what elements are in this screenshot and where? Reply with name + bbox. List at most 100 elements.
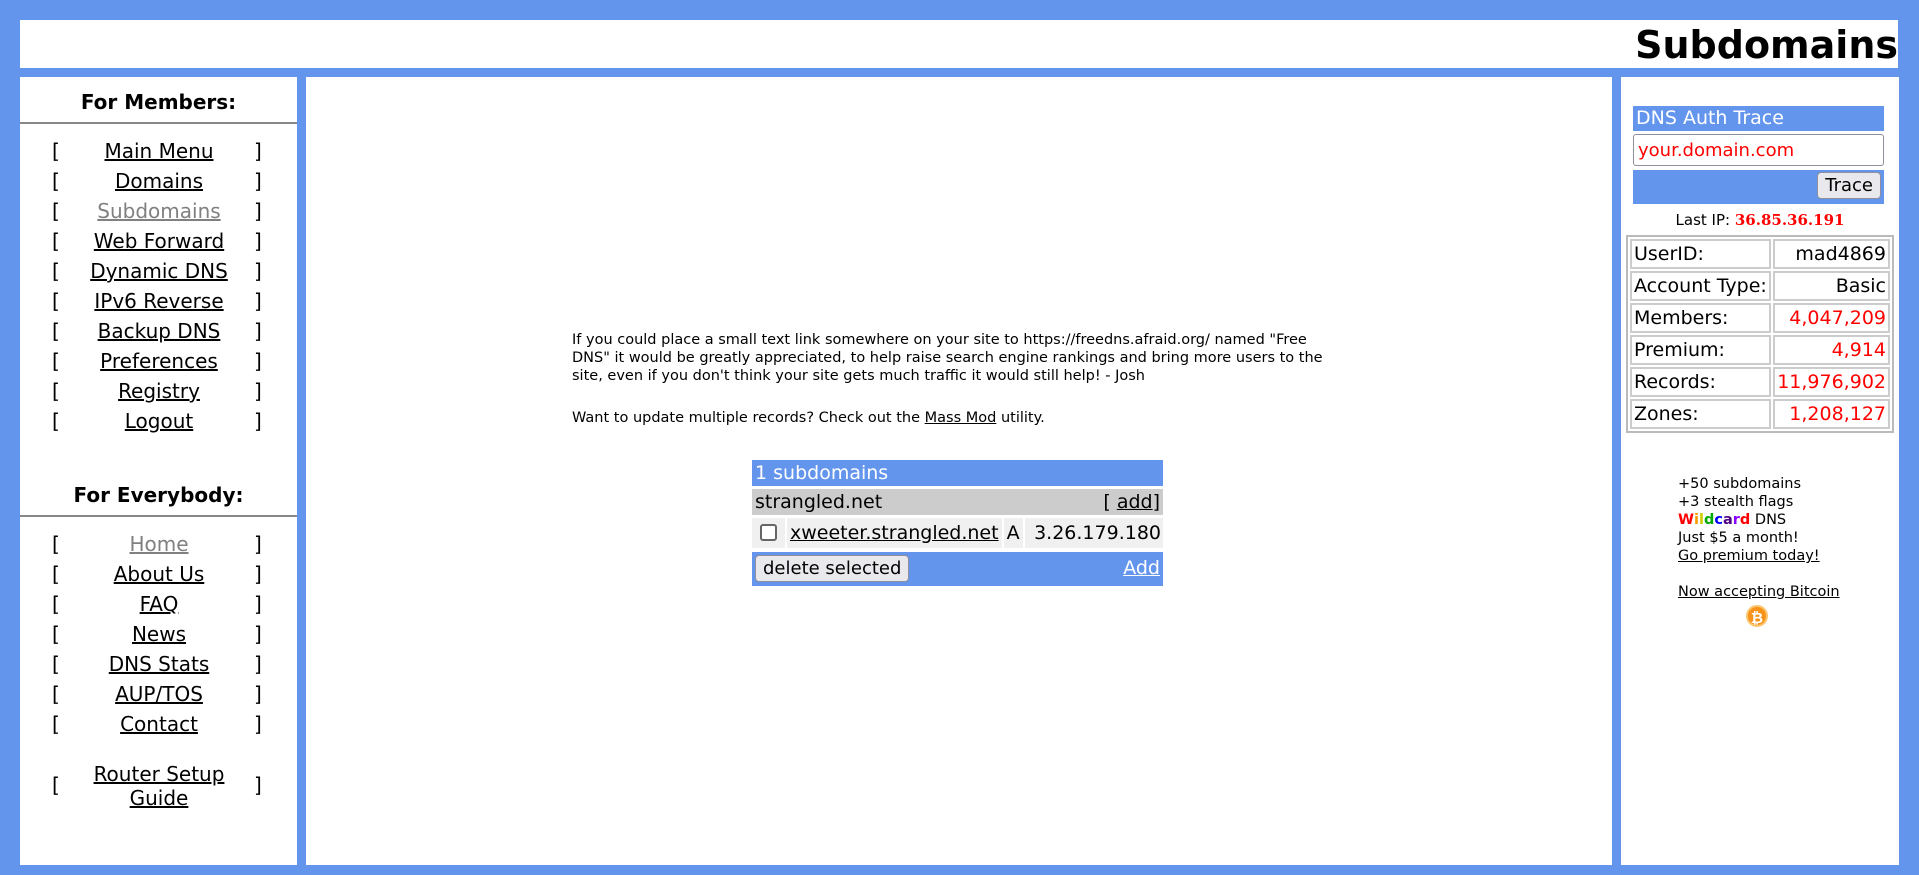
members-nav: [Main Menu] [Domains] [Subdomains] [Web For…	[20, 136, 297, 436]
router-setup-guide-link[interactable]: Router Setup Guide	[70, 762, 248, 810]
sidebar-item-dns-stats[interactable]: [ DNS Stats]	[20, 649, 297, 679]
sidebar-item-faq[interactable]: [FAQ]	[20, 589, 297, 619]
wildcard-letter: d	[1739, 512, 1751, 528]
bracket-right: ]	[254, 562, 262, 586]
trace-button[interactable]: Trace	[1817, 172, 1881, 199]
bracket-right: ]	[254, 229, 262, 253]
trace-title: DNS Auth Trace	[1633, 106, 1884, 131]
delete-selected-button[interactable]: delete selected	[755, 555, 910, 582]
sidebar-item-news[interactable]: [News]	[20, 619, 297, 649]
contact-link[interactable]: Contact	[70, 712, 248, 736]
header-bar: Subdomains	[20, 20, 1898, 68]
premium-promo: +50 subdomains +3 stealth flags Wildcard…	[1678, 475, 1840, 601]
stats-row: Premium: 4,914	[1630, 335, 1890, 365]
mass-mod-link[interactable]: Mass Mod	[925, 410, 997, 426]
sidebar-item-backup-dns[interactable]: [Backup DNS]	[20, 316, 297, 346]
bracket-right: ]	[254, 409, 262, 433]
sidebar-item-about-us[interactable]: [ About Us]	[20, 559, 297, 589]
bracket-left: [	[52, 562, 60, 586]
domain-add-label[interactable]: add	[1117, 491, 1153, 513]
stat-value: Basic	[1773, 271, 1890, 301]
go-premium-link[interactable]: Go premium today!	[1678, 547, 1840, 565]
bracket-right: ]	[254, 259, 262, 283]
promo-dns: DNS	[1754, 512, 1787, 528]
sidebar-item-web-forward[interactable]: [Web Forward]	[20, 226, 297, 256]
sidebar-item-router-setup-guide[interactable]: [ Router Setup Guide ]	[20, 759, 297, 815]
sidebar-item-registry[interactable]: [ Registry]	[20, 376, 297, 406]
stat-label: Zones:	[1630, 399, 1772, 429]
news-link[interactable]: News	[70, 622, 248, 646]
bracket-left: [	[52, 289, 60, 313]
sidebar-item-aup-tos[interactable]: [AUP/TOS]	[20, 679, 297, 709]
home-link[interactable]: Home	[70, 532, 248, 556]
ipv6-reverse-link[interactable]: IPv6 Reverse	[70, 289, 248, 313]
stat-value: mad4869	[1773, 239, 1890, 269]
row-checkbox[interactable]	[760, 524, 777, 541]
subdomain-host-link[interactable]: xweeter.strangled.net	[787, 518, 1002, 548]
record-value: 3.26.179.180	[1024, 518, 1163, 548]
dns-auth-trace: DNS Auth Trace Trace	[1633, 106, 1884, 204]
page-title: Subdomains	[1635, 23, 1898, 67]
link-request-text: If you could place a small text link som…	[572, 332, 1323, 384]
massmod-prefix: Want to update multiple records? Check o…	[572, 410, 921, 426]
subdomains-table: 1 subdomains strangled.net [ add] xweete…	[752, 460, 1163, 586]
bracket-right: ]	[254, 379, 262, 403]
bracket-right: ]	[254, 169, 262, 193]
faq-link[interactable]: FAQ	[70, 592, 248, 616]
aup-tos-link[interactable]: AUP/TOS	[70, 682, 248, 706]
bracket-left: [	[52, 379, 60, 403]
sidebar-item-logout[interactable]: [ Logout]	[20, 406, 297, 436]
dns-stats-link[interactable]: DNS Stats	[70, 652, 248, 676]
subdomains-link[interactable]: Subdomains	[70, 199, 248, 223]
trace-domain-input[interactable]	[1633, 134, 1884, 166]
main-menu-link[interactable]: Main Menu	[70, 139, 248, 163]
add-subdomain-link[interactable]: Add	[1123, 557, 1160, 579]
last-ip-value: 36.85.36.191	[1734, 211, 1845, 229]
bracket-left: [	[52, 409, 60, 433]
stats-row: Zones: 1,208,127	[1630, 399, 1890, 429]
sidebar-item-ipv6-reverse[interactable]: [IPv6 Reverse]	[20, 286, 297, 316]
backup-dns-link[interactable]: Backup DNS	[70, 319, 248, 343]
stats-row: Members: 4,047,209	[1630, 303, 1890, 333]
sidebar-item-main-menu[interactable]: [ Main Menu]	[20, 136, 297, 166]
bracket-left: [	[52, 319, 60, 343]
members-heading: For Members:	[20, 90, 297, 124]
stat-label: Members:	[1630, 303, 1772, 333]
stat-value: 11,976,902	[1773, 367, 1890, 397]
sidebar-item-subdomains[interactable]: [Subdomains]	[20, 196, 297, 226]
web-forward-link[interactable]: Web Forward	[70, 229, 248, 253]
wildcard-letter: W	[1678, 512, 1694, 528]
wildcard-word: Wildcard	[1678, 512, 1750, 528]
bracket-left: [	[52, 712, 60, 736]
bracket-right: ]	[254, 532, 262, 556]
logout-link[interactable]: Logout	[70, 409, 248, 433]
bitcoin-link[interactable]: Now accepting Bitcoin	[1678, 583, 1840, 601]
bracket-right: ]	[254, 349, 262, 373]
registry-link[interactable]: Registry	[70, 379, 248, 403]
left-sidebar: For Members: [Main Menu] [Domains] [Subdom…	[20, 77, 297, 865]
sidebar-item-domains[interactable]: [ Domains]	[20, 166, 297, 196]
sidebar-item-preferences[interactable]: [Preferences]	[20, 346, 297, 376]
dynamic-dns-link[interactable]: Dynamic DNS	[70, 259, 248, 283]
bracket-left: [	[52, 139, 60, 163]
bracket-right: ]	[254, 652, 262, 676]
bracket-left: [	[52, 592, 60, 616]
bracket-left: [	[52, 259, 60, 283]
preferences-link[interactable]: Preferences	[70, 349, 248, 373]
domains-link[interactable]: Domains	[70, 169, 248, 193]
sidebar-item-home[interactable]: [Home]	[20, 529, 297, 559]
bracket-right: ]	[254, 139, 262, 163]
sidebar-item-contact[interactable]: [Contact]	[20, 709, 297, 739]
sidebar-item-dynamic-dns[interactable]: [ Dynamic DNS]	[20, 256, 297, 286]
bracket-left: [	[52, 169, 60, 193]
massmod-text: Want to update multiple records? Check o…	[572, 409, 1342, 427]
last-ip-label: Last IP:	[1675, 211, 1731, 229]
add-bracket-open: [	[1103, 491, 1111, 513]
bracket-left: [	[52, 652, 60, 676]
domain-add-link[interactable]: [ add]	[1103, 489, 1160, 515]
bracket-right: ]	[254, 199, 262, 223]
about-us-link[interactable]: About Us	[70, 562, 248, 586]
trace-button-row: Trace	[1633, 170, 1884, 204]
record-type: A	[1003, 518, 1023, 548]
stat-label: UserID:	[1630, 239, 1772, 269]
